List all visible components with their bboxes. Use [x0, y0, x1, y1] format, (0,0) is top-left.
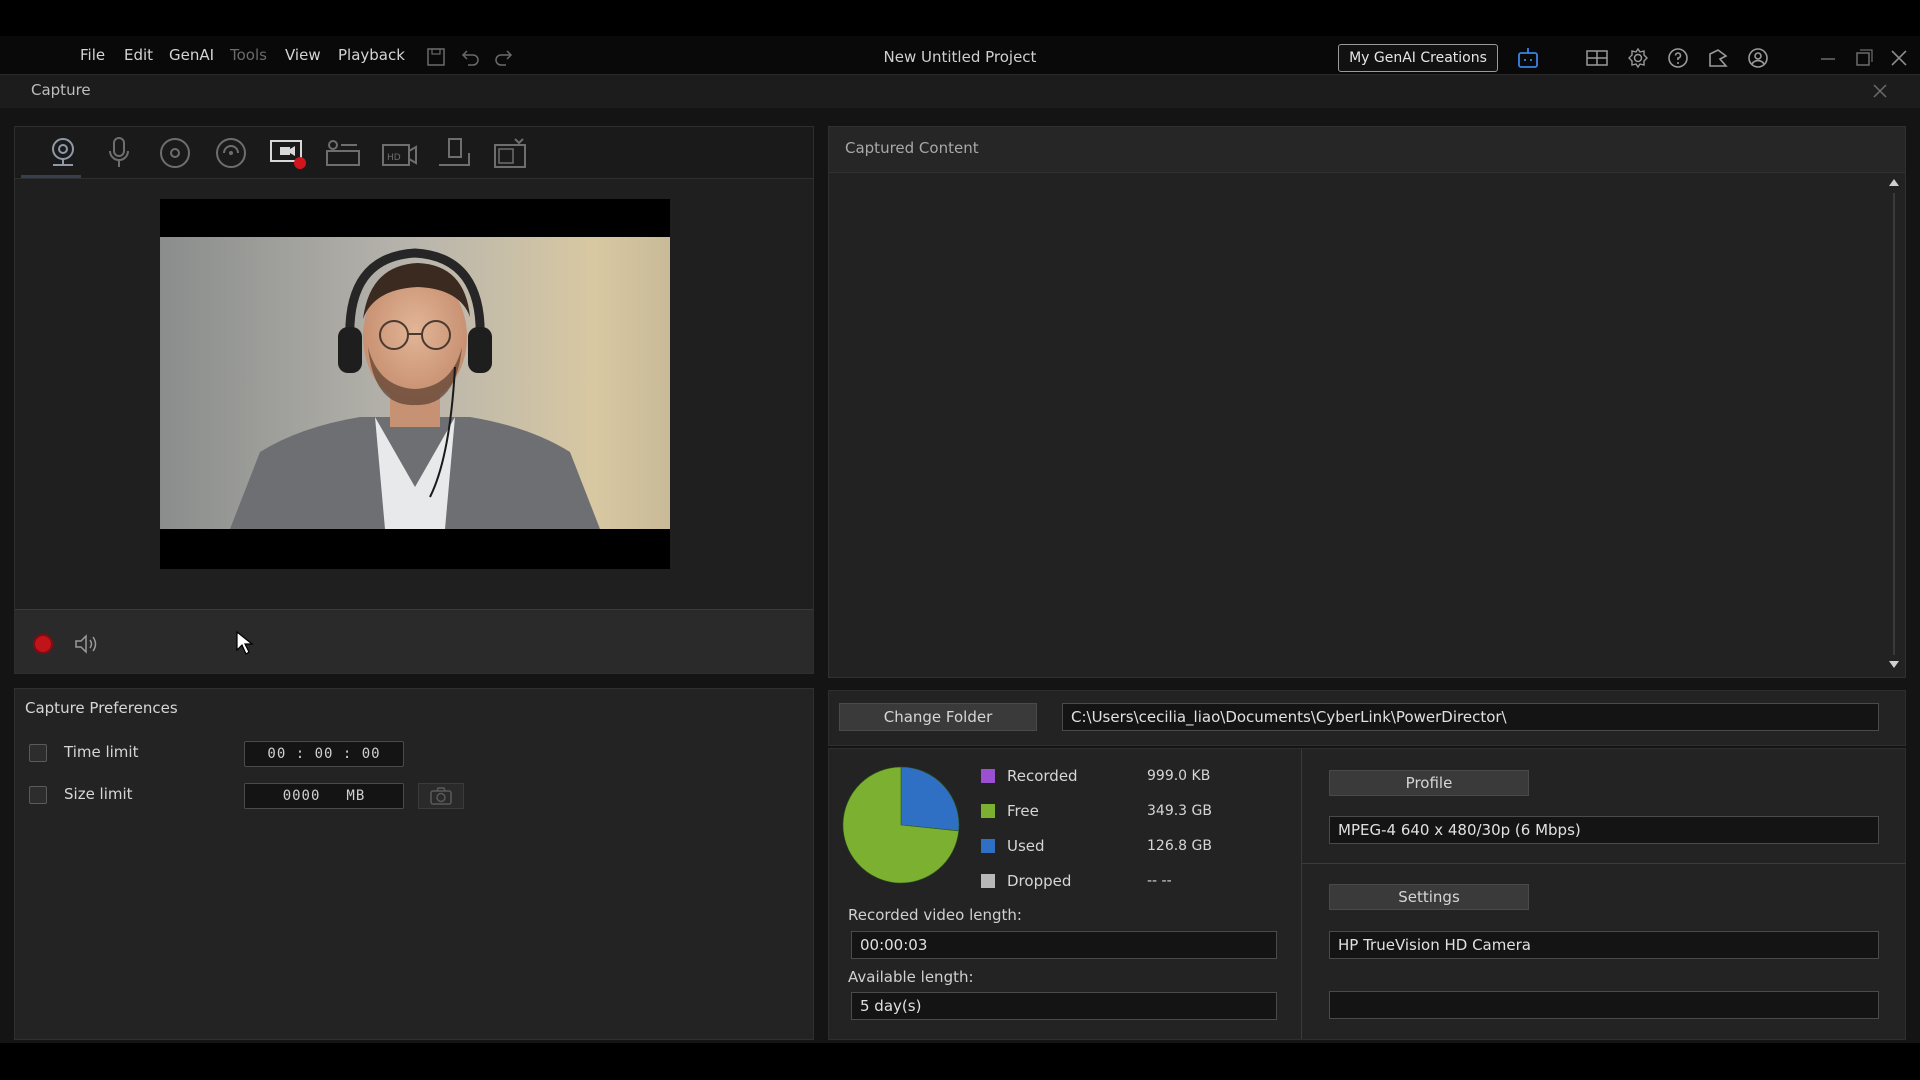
- mouse-cursor-icon: [236, 630, 254, 655]
- maximize-icon[interactable]: [1851, 46, 1875, 70]
- recorded-length-label: Recorded video length:: [848, 906, 1022, 924]
- scroll-up-icon[interactable]: [1889, 179, 1899, 186]
- change-folder-button[interactable]: Change Folder: [839, 703, 1037, 731]
- capture-mode-bar: HD: [15, 127, 813, 179]
- legend-swatch-dropped: [981, 874, 995, 888]
- capture-preferences-title: Capture Preferences: [25, 699, 178, 717]
- menu-edit[interactable]: Edit: [124, 46, 153, 64]
- size-limit-checkbox[interactable]: [29, 786, 47, 804]
- legend-label-dropped: Dropped: [1007, 872, 1072, 890]
- available-length-field: 5 day(s): [851, 992, 1277, 1020]
- scroll-down-icon[interactable]: [1889, 661, 1899, 668]
- mobile-device-icon[interactable]: [435, 135, 475, 171]
- cd-capture-icon[interactable]: [155, 135, 195, 171]
- time-limit-input[interactable]: 00 : 00 : 00: [244, 741, 404, 767]
- legend-value-recorded: 999.0 KB: [1147, 768, 1211, 784]
- size-limit-value: 0000: [282, 788, 321, 804]
- capture-close-icon[interactable]: [1870, 81, 1890, 101]
- minimize-icon[interactable]: [1816, 46, 1840, 70]
- ai-assistant-icon[interactable]: [1516, 46, 1540, 70]
- camera-icon: [430, 787, 452, 805]
- my-genai-creations-button[interactable]: My GenAI Creations: [1338, 44, 1498, 72]
- size-limit-unit: MB: [346, 788, 366, 804]
- legend-swatch-used: [981, 839, 995, 853]
- menu-view[interactable]: View: [285, 46, 321, 64]
- legend-value-free: 349.3 GB: [1147, 803, 1212, 819]
- legend-swatch-free: [981, 804, 995, 818]
- webcam-capture-icon[interactable]: [43, 135, 83, 171]
- time-limit-checkbox[interactable]: [29, 744, 47, 762]
- capture-window-header: Capture: [0, 74, 1920, 108]
- notification-icon[interactable]: [1706, 46, 1730, 70]
- size-limit-input[interactable]: 0000 MB: [244, 783, 404, 809]
- snapshot-button[interactable]: [418, 783, 464, 809]
- save-icon[interactable]: [425, 46, 447, 68]
- legend-label-free: Free: [1007, 802, 1039, 820]
- stats-divider: [1301, 749, 1302, 1039]
- speaker-icon[interactable]: [73, 632, 99, 656]
- menu-bar: File Edit GenAI Tools View Playback New …: [0, 36, 1920, 78]
- profile-divider: [1302, 863, 1906, 864]
- window-close-icon[interactable]: [1887, 46, 1911, 70]
- recorded-length-field: 00:00:03: [851, 931, 1277, 959]
- dv-camcorder-icon[interactable]: [491, 135, 531, 171]
- captured-content-header: Captured Content: [829, 127, 1905, 173]
- webcam-preview: [160, 199, 670, 569]
- layout-icon[interactable]: [1585, 46, 1609, 70]
- preview-panel: HD: [14, 126, 814, 674]
- menu-file[interactable]: File: [80, 46, 105, 64]
- captured-content-title: Captured Content: [845, 139, 979, 157]
- profile-button[interactable]: Profile: [1329, 770, 1529, 796]
- pie-slice-used: [900, 766, 960, 832]
- captured-content-panel: Captured Content: [828, 126, 1906, 678]
- microphone-capture-icon[interactable]: [99, 135, 139, 171]
- project-title: New Untitled Project: [883, 48, 1037, 66]
- undo-icon[interactable]: [459, 46, 481, 68]
- size-limit-label: Size limit: [64, 785, 133, 803]
- settings-button[interactable]: Settings: [1329, 884, 1529, 910]
- audio-device-field[interactable]: [1329, 991, 1879, 1019]
- tv-capture-icon[interactable]: [323, 135, 363, 171]
- capture-title: Capture: [31, 81, 91, 99]
- svg-text:HD: HD: [387, 153, 401, 163]
- legend-value-used: 126.8 GB: [1147, 838, 1212, 854]
- capture-device-field[interactable]: HP TrueVision HD Camera: [1329, 931, 1879, 959]
- capture-stats-panel: Recorded 999.0 KB Free 349.3 GB Used 126…: [828, 748, 1906, 1040]
- dvd-capture-icon[interactable]: [211, 135, 251, 171]
- legend-value-dropped: -- --: [1147, 873, 1172, 889]
- folder-path-field[interactable]: C:\Users\cecilia_liao\Documents\CyberLin…: [1062, 703, 1879, 731]
- redo-icon[interactable]: [493, 46, 515, 68]
- hdv-camcorder-icon[interactable]: HD: [379, 135, 419, 171]
- legend-label-recorded: Recorded: [1007, 767, 1078, 785]
- account-icon[interactable]: [1746, 46, 1770, 70]
- captured-content-scrollbar[interactable]: [1887, 179, 1901, 669]
- recording-control-bar: [15, 609, 813, 673]
- menu-playback[interactable]: Playback: [338, 46, 405, 64]
- webcam-video-frame: [160, 237, 670, 529]
- selected-mode-indicator: [21, 175, 81, 178]
- screen-record-icon[interactable]: [267, 135, 307, 171]
- menu-genai[interactable]: GenAI: [169, 46, 214, 64]
- help-icon[interactable]: [1666, 46, 1690, 70]
- scroll-track[interactable]: [1893, 193, 1895, 655]
- legend-swatch-recorded: [981, 769, 995, 783]
- time-limit-label: Time limit: [64, 743, 139, 761]
- capture-preferences-panel: Capture Preferences Time limit 00 : 00 :…: [14, 688, 814, 1040]
- profile-field[interactable]: MPEG-4 640 x 480/30p (6 Mbps): [1329, 816, 1879, 844]
- disk-usage-pie-chart: [842, 766, 960, 884]
- available-length-label: Available length:: [848, 968, 974, 986]
- output-folder-bar: Change Folder C:\Users\cecilia_liao\Docu…: [828, 690, 1906, 746]
- record-button[interactable]: [33, 634, 53, 654]
- gear-icon[interactable]: [1626, 46, 1650, 70]
- menu-tools[interactable]: Tools: [230, 46, 267, 64]
- legend-label-used: Used: [1007, 837, 1045, 855]
